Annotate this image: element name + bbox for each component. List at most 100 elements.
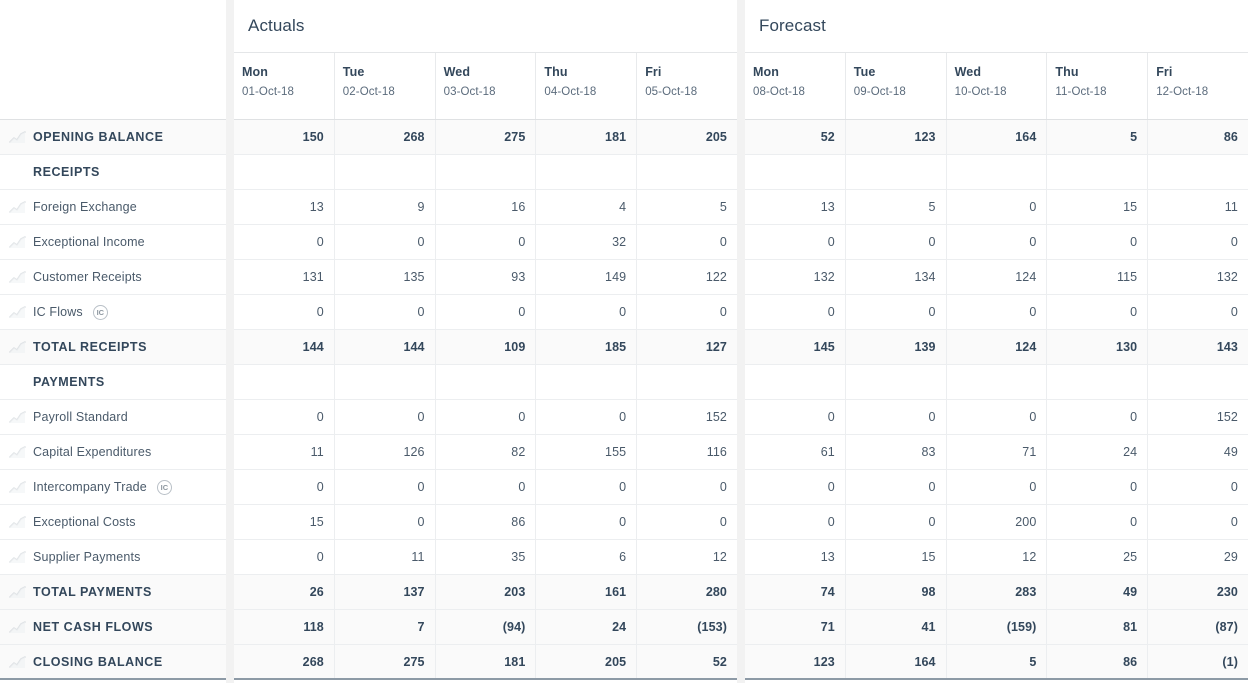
actuals-value-cell[interactable]: 275 xyxy=(334,645,435,678)
forecast-value-cell[interactable]: 41 xyxy=(845,610,946,644)
actuals-value-cell[interactable]: 150 xyxy=(234,120,334,154)
forecast-date-column-3[interactable]: Wed10-Oct-18 xyxy=(946,53,1047,119)
forecast-value-cell[interactable]: 11 xyxy=(1147,190,1248,224)
sparkline-icon[interactable] xyxy=(8,409,28,425)
forecast-value-cell[interactable]: 0 xyxy=(1147,505,1248,539)
actuals-value-cell[interactable]: 268 xyxy=(334,120,435,154)
row-label-item[interactable]: Supplier Payments xyxy=(0,540,226,575)
actuals-date-column-5[interactable]: Fri05-Oct-18 xyxy=(636,53,737,119)
actuals-value-cell[interactable]: 0 xyxy=(334,225,435,259)
forecast-value-cell[interactable]: 0 xyxy=(745,470,845,504)
forecast-value-cell[interactable]: 74 xyxy=(745,575,845,609)
actuals-value-cell[interactable]: 11 xyxy=(234,435,334,469)
actuals-value-cell[interactable]: 0 xyxy=(334,470,435,504)
actuals-value-cell[interactable]: 144 xyxy=(334,330,435,364)
forecast-value-cell[interactable]: 0 xyxy=(946,295,1047,329)
forecast-value-cell[interactable]: 0 xyxy=(1147,295,1248,329)
row-label-item[interactable]: Customer Receipts xyxy=(0,260,226,295)
actuals-value-cell[interactable]: 205 xyxy=(636,120,737,154)
forecast-value-cell[interactable]: 13 xyxy=(745,190,845,224)
sparkline-icon[interactable] xyxy=(8,199,28,215)
forecast-value-cell[interactable]: 0 xyxy=(745,505,845,539)
forecast-value-cell[interactable]: (87) xyxy=(1147,610,1248,644)
forecast-value-cell[interactable]: 124 xyxy=(946,260,1047,294)
actuals-value-cell[interactable]: 0 xyxy=(535,505,636,539)
actuals-value-cell[interactable] xyxy=(334,155,435,189)
forecast-value-cell[interactable]: 0 xyxy=(1046,225,1147,259)
forecast-value-cell[interactable] xyxy=(845,155,946,189)
sparkline-icon[interactable] xyxy=(8,584,28,600)
actuals-value-cell[interactable]: 0 xyxy=(435,225,536,259)
actuals-value-cell[interactable]: (94) xyxy=(435,610,536,644)
row-label-item[interactable]: PAYMENTS xyxy=(0,365,226,400)
sparkline-icon[interactable] xyxy=(8,479,28,495)
forecast-value-cell[interactable]: 132 xyxy=(745,260,845,294)
forecast-value-cell[interactable]: 25 xyxy=(1046,540,1147,574)
actuals-value-cell[interactable]: 185 xyxy=(535,330,636,364)
actuals-value-cell[interactable]: 0 xyxy=(234,295,334,329)
actuals-value-cell[interactable] xyxy=(636,155,737,189)
forecast-value-cell[interactable] xyxy=(845,365,946,399)
actuals-value-cell[interactable]: 131 xyxy=(234,260,334,294)
forecast-value-cell[interactable] xyxy=(946,155,1047,189)
forecast-value-cell[interactable]: 0 xyxy=(845,295,946,329)
intercompany-badge-icon[interactable]: IC xyxy=(93,305,108,320)
actuals-date-column-3[interactable]: Wed03-Oct-18 xyxy=(435,53,536,119)
actuals-value-cell[interactable]: 0 xyxy=(535,470,636,504)
actuals-value-cell[interactable]: 155 xyxy=(535,435,636,469)
actuals-value-cell[interactable]: 181 xyxy=(535,120,636,154)
forecast-value-cell[interactable]: 0 xyxy=(845,225,946,259)
forecast-value-cell[interactable] xyxy=(1046,155,1147,189)
forecast-value-cell[interactable]: 0 xyxy=(1147,225,1248,259)
forecast-value-cell[interactable]: 0 xyxy=(745,400,845,434)
actuals-value-cell[interactable]: 0 xyxy=(636,505,737,539)
actuals-value-cell[interactable]: 122 xyxy=(636,260,737,294)
actuals-value-cell[interactable]: 12 xyxy=(636,540,737,574)
forecast-date-column-2[interactable]: Tue09-Oct-18 xyxy=(845,53,946,119)
actuals-value-cell[interactable]: 16 xyxy=(435,190,536,224)
row-label-item[interactable]: TOTAL RECEIPTS xyxy=(0,330,226,365)
actuals-value-cell[interactable]: 127 xyxy=(636,330,737,364)
forecast-value-cell[interactable]: 0 xyxy=(946,470,1047,504)
forecast-value-cell[interactable]: 0 xyxy=(1046,470,1147,504)
forecast-value-cell[interactable]: 0 xyxy=(946,400,1047,434)
forecast-value-cell[interactable]: 0 xyxy=(745,295,845,329)
forecast-value-cell[interactable]: 5 xyxy=(1046,120,1147,154)
actuals-value-cell[interactable]: 4 xyxy=(535,190,636,224)
row-label-item[interactable]: Payroll Standard xyxy=(0,400,226,435)
actuals-value-cell[interactable]: 26 xyxy=(234,575,334,609)
sparkline-icon[interactable] xyxy=(8,234,28,250)
sparkline-icon[interactable] xyxy=(8,444,28,460)
actuals-value-cell[interactable]: 0 xyxy=(636,470,737,504)
actuals-value-cell[interactable] xyxy=(435,155,536,189)
forecast-value-cell[interactable]: 115 xyxy=(1046,260,1147,294)
forecast-value-cell[interactable]: 0 xyxy=(1046,295,1147,329)
actuals-value-cell[interactable]: 0 xyxy=(334,295,435,329)
forecast-value-cell[interactable]: 164 xyxy=(845,645,946,678)
forecast-value-cell[interactable]: 81 xyxy=(1046,610,1147,644)
actuals-value-cell[interactable]: 0 xyxy=(435,470,536,504)
forecast-value-cell[interactable]: 52 xyxy=(745,120,845,154)
actuals-value-cell[interactable]: (153) xyxy=(636,610,737,644)
actuals-value-cell[interactable]: 203 xyxy=(435,575,536,609)
forecast-value-cell[interactable]: 164 xyxy=(946,120,1047,154)
actuals-value-cell[interactable]: 32 xyxy=(535,225,636,259)
sparkline-icon[interactable] xyxy=(8,549,28,565)
sparkline-icon[interactable] xyxy=(8,304,28,320)
sparkline-icon[interactable] xyxy=(8,269,28,285)
forecast-value-cell[interactable]: 86 xyxy=(1147,120,1248,154)
forecast-value-cell[interactable]: 15 xyxy=(845,540,946,574)
actuals-value-cell[interactable]: 152 xyxy=(636,400,737,434)
actuals-value-cell[interactable]: 82 xyxy=(435,435,536,469)
actuals-value-cell[interactable]: 0 xyxy=(234,540,334,574)
actuals-value-cell[interactable]: 135 xyxy=(334,260,435,294)
actuals-value-cell[interactable]: 126 xyxy=(334,435,435,469)
forecast-value-cell[interactable]: 71 xyxy=(946,435,1047,469)
actuals-date-column-1[interactable]: Mon01-Oct-18 xyxy=(234,53,334,119)
forecast-value-cell[interactable]: 123 xyxy=(745,645,845,678)
forecast-value-cell[interactable]: 200 xyxy=(946,505,1047,539)
forecast-value-cell[interactable]: 12 xyxy=(946,540,1047,574)
actuals-value-cell[interactable]: 205 xyxy=(535,645,636,678)
actuals-value-cell[interactable]: 161 xyxy=(535,575,636,609)
forecast-value-cell[interactable] xyxy=(745,365,845,399)
